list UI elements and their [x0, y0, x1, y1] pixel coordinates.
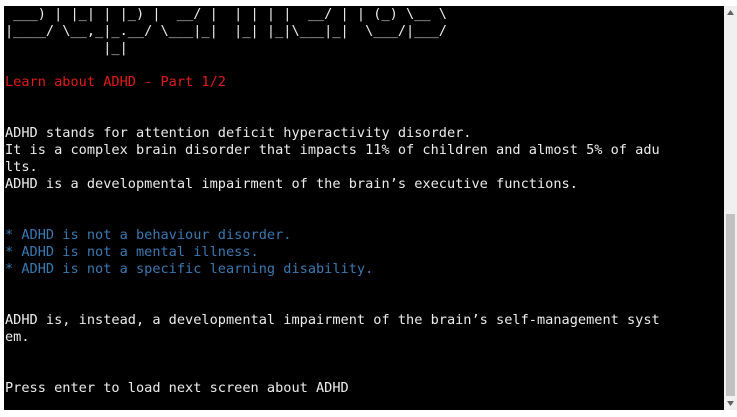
conclusion-line-1: ADHD is, instead, a developmental impair… — [5, 312, 660, 328]
bullet-item: * ADHD is not a behaviour disorder. — [5, 227, 292, 243]
scrollbar-thumb[interactable] — [726, 214, 735, 396]
ascii-art-line-1: ___) | |_| | |_) | __/ | | | | | __/ | |… — [5, 6, 447, 22]
intro-line-4: ADHD is a developmental impairment of th… — [5, 176, 578, 192]
chevron-up-icon — [727, 10, 734, 15]
bullet-item: * ADHD is not a mental illness. — [5, 244, 259, 260]
terminal-output[interactable]: ___) | |_| | |_) | __/ | | | | | __/ | |… — [4, 6, 724, 410]
intro-line-1: ADHD stands for attention deficit hypera… — [5, 125, 472, 141]
chevron-down-icon — [727, 401, 734, 406]
scroll-up-button[interactable] — [724, 6, 737, 19]
intro-line-3: lts. — [5, 159, 38, 175]
scroll-down-button[interactable] — [724, 397, 737, 410]
terminal-window: ___) | |_| | |_) | __/ | | | | | __/ | |… — [0, 0, 737, 417]
intro-line-2: It is a complex brain disorder that impa… — [5, 142, 660, 158]
continue-prompt: Press enter to load next screen about AD… — [5, 380, 349, 396]
bullet-item: * ADHD is not a specific learning disabi… — [5, 261, 374, 277]
section-heading: Learn about ADHD - Part 1/2 — [5, 74, 226, 90]
vertical-scrollbar[interactable] — [724, 6, 737, 410]
ascii-art-line-3: |_| — [5, 40, 128, 56]
conclusion-line-2: em. — [5, 329, 30, 345]
ascii-art-line-2: |____/ \__,_|_.__/ \___|_| |_| |_|\___|_… — [5, 23, 447, 39]
